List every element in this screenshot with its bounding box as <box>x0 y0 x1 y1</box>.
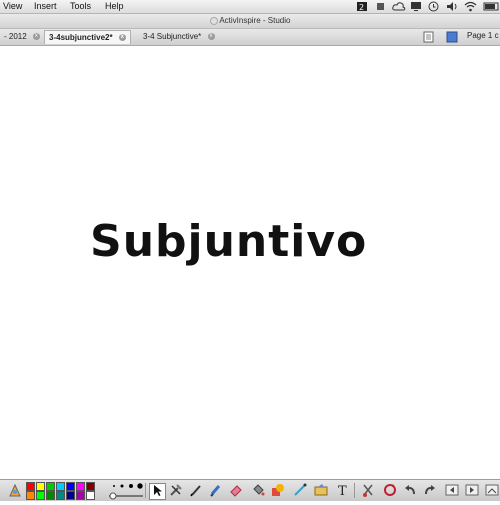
toolbar-separator <box>145 483 146 498</box>
time-machine-icon[interactable] <box>428 1 439 12</box>
color-swatch[interactable] <box>76 491 85 500</box>
app-status-icon[interactable]: 2 <box>356 1 368 12</box>
color-swatch[interactable] <box>56 482 65 491</box>
color-swatch[interactable] <box>26 491 35 500</box>
close-icon[interactable]: x <box>207 33 215 41</box>
color-swatch[interactable] <box>46 491 55 500</box>
window-title: ActivInspire - Studio <box>0 16 500 25</box>
stop-icon[interactable] <box>375 1 385 12</box>
next-page-icon[interactable] <box>464 483 479 498</box>
magic-ink-icon[interactable] <box>313 483 328 498</box>
wifi-icon[interactable] <box>464 1 477 12</box>
svg-text:T: T <box>338 484 347 497</box>
color-swatch[interactable] <box>66 491 75 500</box>
toolbar-separator <box>354 483 355 498</box>
tab-2012[interactable]: - 2012 x <box>0 30 44 43</box>
highlighter-icon[interactable] <box>208 483 223 498</box>
pen-width-selector[interactable] <box>106 481 146 505</box>
clear-icon[interactable] <box>360 483 375 498</box>
window-titlebar: ActivInspire - Studio <box>0 14 500 29</box>
select-tool-icon[interactable] <box>149 483 166 500</box>
color-swatch[interactable] <box>56 491 65 500</box>
redo-icon[interactable] <box>422 483 437 498</box>
eraser-icon[interactable] <box>228 483 243 498</box>
color-swatch[interactable] <box>26 482 35 491</box>
main-toolbox: T <box>0 479 500 501</box>
close-icon[interactable]: x <box>32 33 40 41</box>
previous-page-icon[interactable] <box>444 483 459 498</box>
menu-help[interactable]: Help <box>105 1 124 11</box>
battery-icon[interactable] <box>483 1 500 12</box>
volume-icon[interactable] <box>446 1 458 12</box>
color-swatch[interactable] <box>86 491 95 500</box>
color-swatch[interactable] <box>76 482 85 491</box>
tab-3-4subjunctive2[interactable]: 3-4subjunctive2* x <box>44 30 131 44</box>
cloud-icon[interactable] <box>392 1 406 12</box>
tools-icon[interactable] <box>168 483 183 498</box>
page-browser-icon[interactable] <box>423 31 434 45</box>
page-indicator: Page 1 c <box>467 31 499 40</box>
connector-icon[interactable] <box>292 483 307 498</box>
menu-bar: View Insert Tools Help 2 <box>0 0 500 14</box>
tab-3-4-subjunctive[interactable]: 3-4 Subjunctive* x <box>139 30 219 43</box>
document-tab-bar: - 2012 x 3-4subjunctive2* x 3-4 Subjunct… <box>0 29 500 46</box>
color-swatch[interactable] <box>36 482 45 491</box>
color-picker-icon[interactable] <box>8 483 22 503</box>
page-icon[interactable] <box>484 483 499 498</box>
menu-insert[interactable]: Insert <box>34 1 57 11</box>
menu-view[interactable]: View <box>3 1 22 11</box>
canvas-text[interactable]: Subjuntivo <box>90 216 367 267</box>
undo-icon[interactable] <box>402 483 417 498</box>
close-icon[interactable]: x <box>118 34 126 42</box>
shape-icon[interactable] <box>270 483 285 498</box>
tab-label: 3-4 Subjunctive* <box>143 32 202 41</box>
menu-tools[interactable]: Tools <box>70 1 91 11</box>
tab-label: 3-4subjunctive2* <box>49 33 113 42</box>
document-icon <box>209 16 218 25</box>
window-title-text: ActivInspire - Studio <box>219 16 291 25</box>
page-thumbnail-icon[interactable] <box>446 31 458 45</box>
color-swatch[interactable] <box>46 482 55 491</box>
color-swatch[interactable] <box>36 491 45 500</box>
tab-label: - 2012 <box>4 32 27 41</box>
fill-icon[interactable] <box>250 483 265 498</box>
color-swatch[interactable] <box>86 482 95 491</box>
reset-page-icon[interactable] <box>382 483 397 498</box>
pen-icon[interactable] <box>188 483 203 498</box>
color-swatch[interactable] <box>66 482 75 491</box>
display-icon[interactable] <box>410 1 422 12</box>
text-tool-icon[interactable]: T <box>335 483 350 499</box>
svg-text:2: 2 <box>359 3 364 12</box>
